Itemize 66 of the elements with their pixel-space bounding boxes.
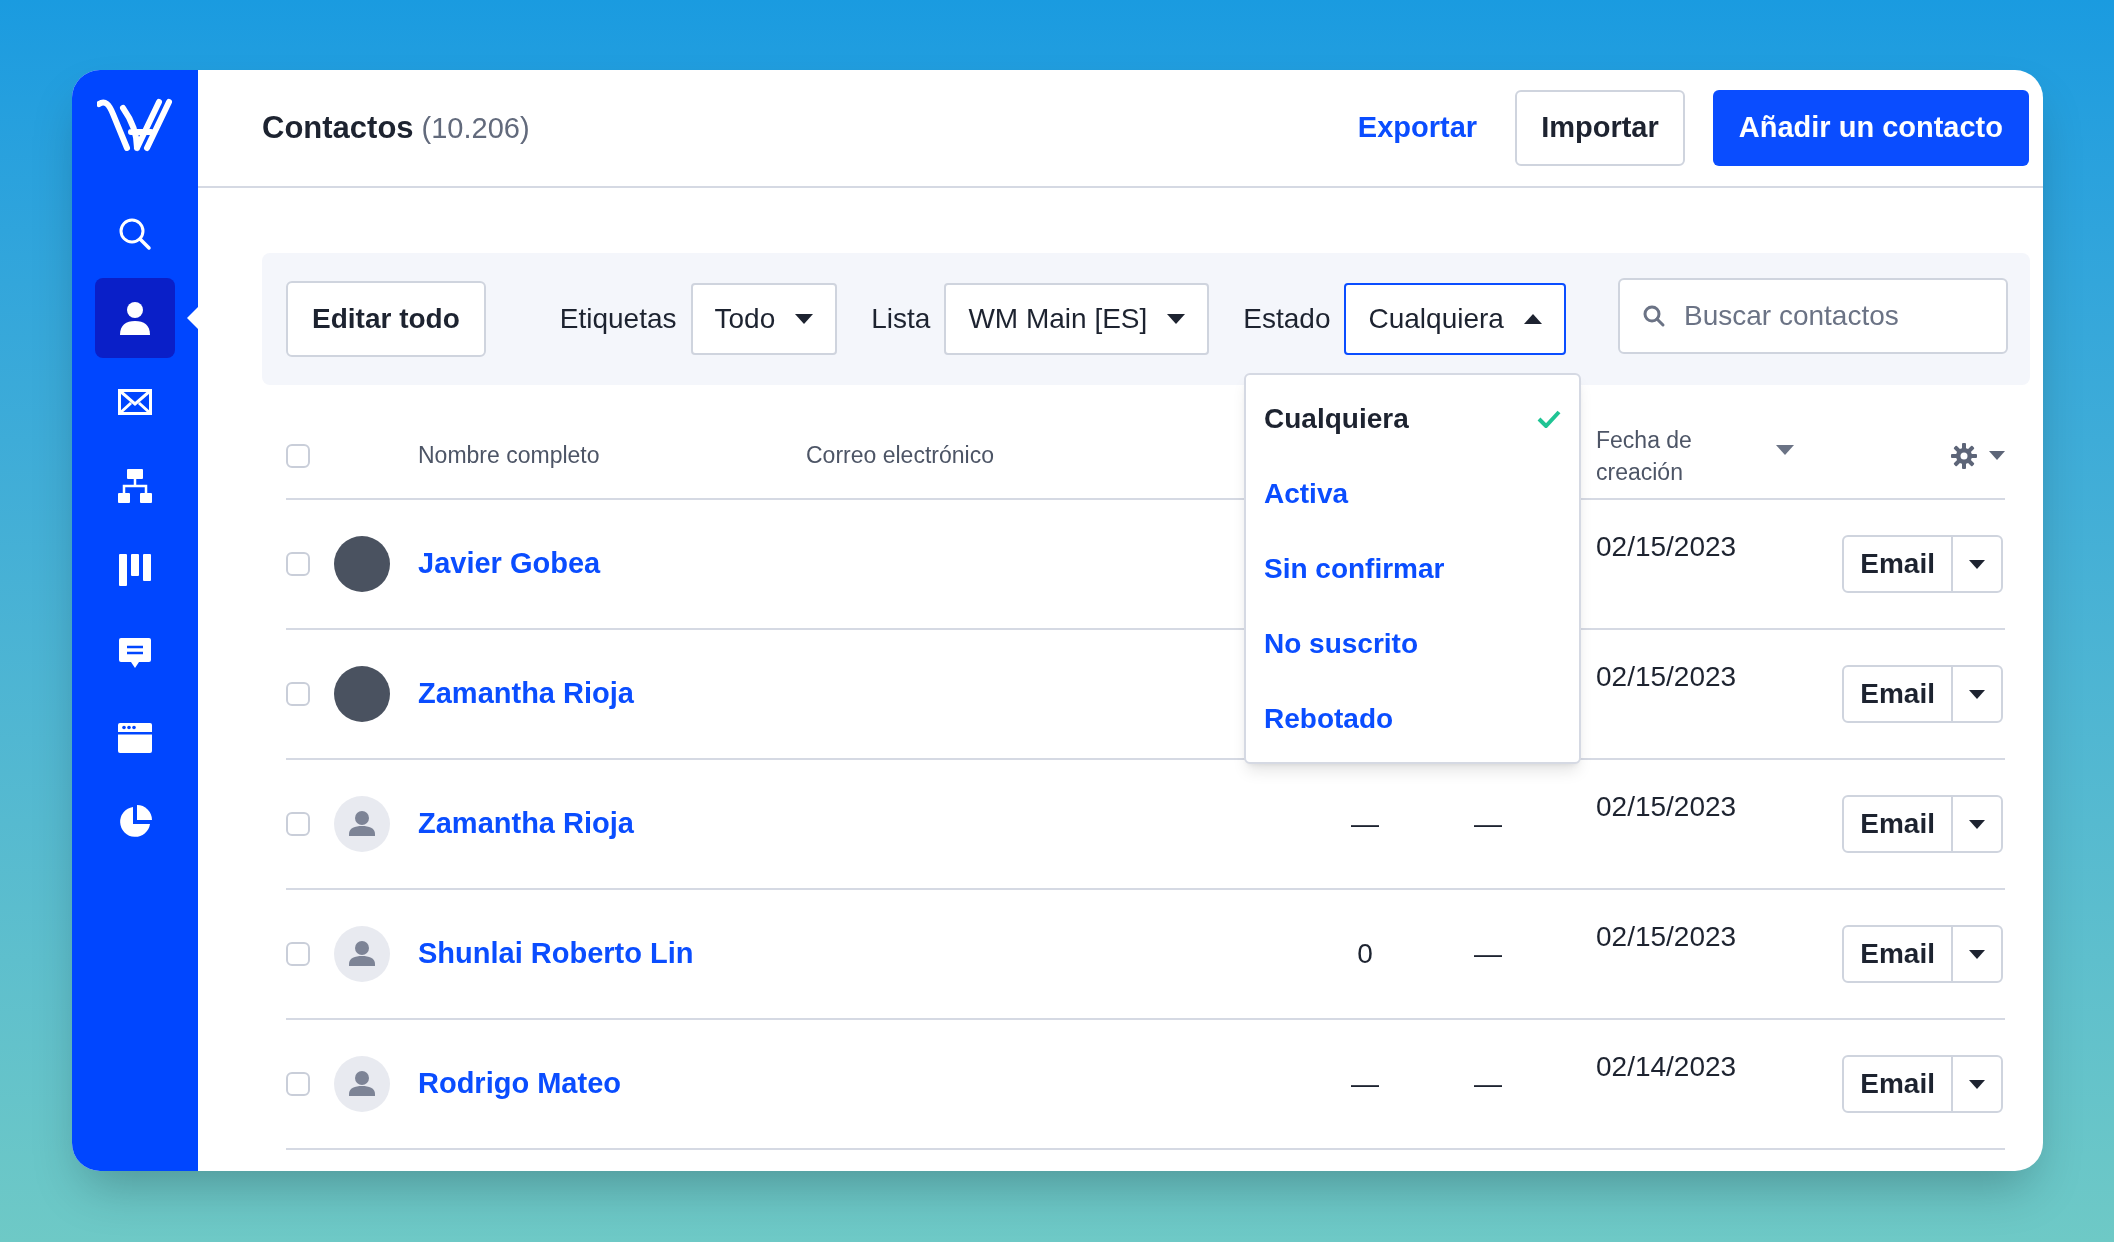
page-title: Contactos [262,108,414,147]
add-contact-button[interactable]: Añadir un contacto [1712,90,2029,166]
list-select[interactable]: WM Main [ES] [944,283,1210,355]
status-option[interactable]: Sin confirmar [1246,531,1579,606]
row-checkbox[interactable] [286,1072,310,1096]
tags-select[interactable]: Todo [690,283,838,355]
column-header[interactable]: Nombre completo [418,438,806,473]
table-cell-text: — [1473,807,1503,841]
export-link[interactable]: Exportar [1357,106,1478,150]
created-date: 02/15/2023 [1596,920,1737,954]
row-checkbox[interactable] [286,552,310,576]
status-option[interactable]: Rebotado [1246,681,1579,756]
chat-icon[interactable] [119,638,151,670]
person-icon[interactable] [120,301,150,335]
caret-down-icon [1969,689,1985,699]
sort-caret-icon[interactable] [1776,445,1794,455]
caret-down-icon [1969,819,1985,829]
mail-icon[interactable] [118,389,152,415]
filter-label: Etiquetas [559,302,677,336]
sitemap-icon[interactable] [118,469,152,503]
table-cell-text: 0 [1356,937,1374,971]
caret-down-icon[interactable] [1989,451,2005,460]
pie-chart-icon[interactable] [118,805,152,839]
created-date: 02/15/2023 [1596,660,1737,694]
board-columns-icon[interactable] [119,554,151,586]
table-cell-text: — [1350,807,1380,841]
avatar-photo [334,536,390,592]
check-icon [1537,409,1561,428]
logo-icon[interactable] [97,98,173,154]
row-checkbox[interactable] [286,682,310,706]
search-icon [1642,304,1666,328]
caret-down-icon [795,314,814,324]
contact-name-link[interactable]: Shunlai Roberto Lin [418,932,1320,976]
table-cell-text: — [1473,1067,1503,1101]
table-cell-text: — [1350,1067,1380,1101]
row-checkbox[interactable] [286,942,310,966]
search-field[interactable]: Buscar contactos [1618,278,2008,354]
contact-count: (10.206) [421,110,530,146]
avatar-placeholder-icon [334,1056,390,1112]
select-all-checkbox[interactable] [286,443,310,468]
status-option[interactable]: No suscrito [1246,606,1579,681]
column-header[interactable]: Fecha de creación [1596,423,1776,488]
status-select[interactable]: Cualquiera [1344,283,1566,355]
caret-down-icon [1969,559,1985,569]
active-pointer-icon [187,307,198,329]
caret-down-icon [1969,949,1985,959]
created-date: 02/14/2023 [1596,1050,1737,1084]
avatar-placeholder-icon [334,796,390,852]
browser-window-icon[interactable] [118,723,152,753]
caret-down-icon [1167,314,1186,324]
contact-name-link[interactable]: Rodrigo Mateo [418,1062,1320,1106]
import-button[interactable]: Importar [1515,90,1685,166]
avatar-placeholder-icon [334,926,390,982]
caret-up-icon [1523,314,1542,324]
sidebar-item[interactable] [95,278,175,358]
edit-all-button[interactable]: Editar todo [286,281,486,357]
table-cell-text: — [1473,937,1503,971]
caret-down-icon [1969,1079,1985,1089]
avatar-photo [334,666,390,722]
created-date: 02/15/2023 [1596,530,1737,564]
filter-label: Lista [871,302,931,336]
row-checkbox[interactable] [286,812,310,836]
contact-name-link[interactable]: Zamantha Rioja [418,802,1320,846]
search-icon[interactable] [118,217,152,251]
filter-label: Estado [1243,302,1331,336]
created-date: 02/15/2023 [1596,790,1737,824]
